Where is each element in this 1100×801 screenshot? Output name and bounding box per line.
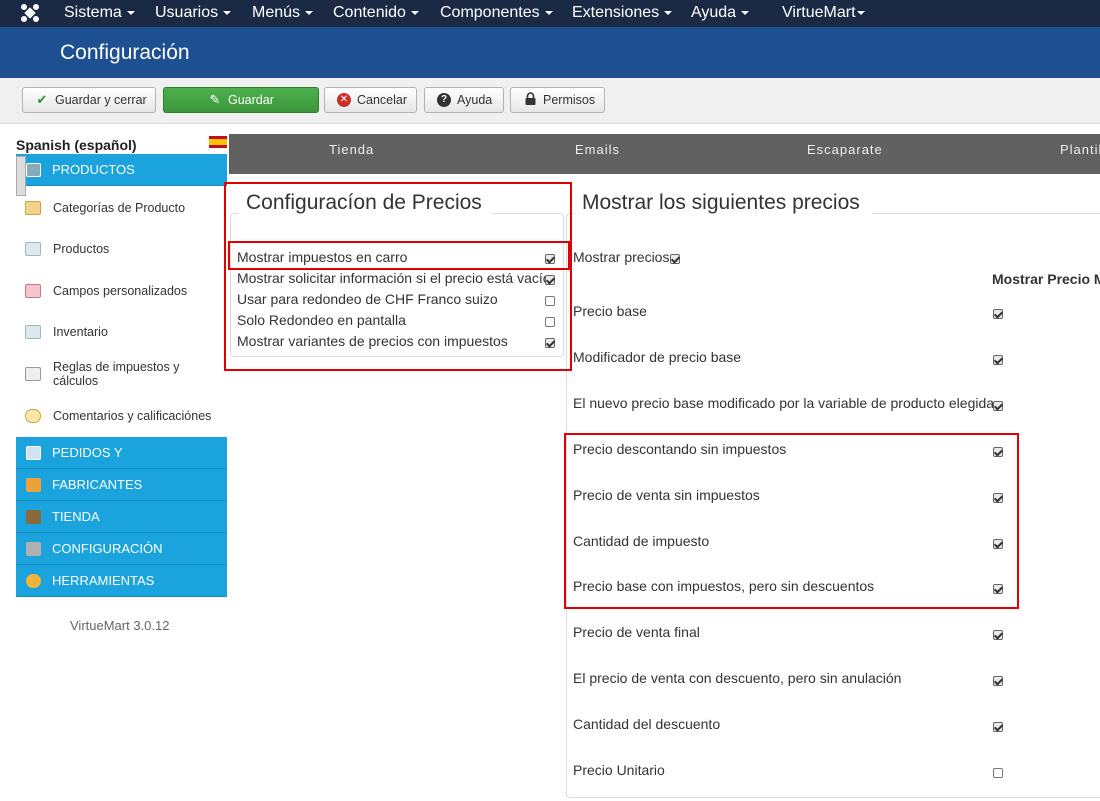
sidebar-item-productos[interactable]: Productos [16,242,227,256]
price-row-label: El nuevo precio base modificado por la v… [573,395,995,411]
tab-escaparate[interactable]: Escaparate [807,142,883,157]
show-prices-label: Mostrar precios [573,249,670,265]
caret-down-icon [544,10,553,15]
custom-fields-icon [25,284,41,298]
toolbar: ✔ Guardar y cerrar ✎ Guardar ✕ Cancelar … [0,78,1100,124]
caret-down-icon [856,10,865,15]
orders-icon [26,446,41,460]
sidebar-item-comentarios[interactable]: Comentarios y calificaciónes [16,409,227,423]
show-prices-checkbox[interactable] [670,254,680,264]
menu-usuarios[interactable]: Usuarios [155,4,232,22]
version-label: VirtueMart 3.0.12 [70,618,170,633]
tab-emails[interactable]: Emails [575,142,620,157]
sidebar-section-fabricantes[interactable]: FABRICANTES [16,469,227,501]
sidebar-section-tienda[interactable]: TIENDA [16,501,227,533]
page-title: Configuración [60,41,190,64]
price-row-label: Precio base [573,303,647,319]
language-label: Spanish (español) [16,137,137,153]
sidebar-section-configuracion[interactable]: CONFIGURACIÓN [16,533,227,565]
tools-icon [26,574,41,588]
sidebar-item-categorias[interactable]: Categorías de Producto [16,201,227,215]
cancel-button[interactable]: ✕ Cancelar [324,87,417,113]
top-navbar: Sistema Usuarios Menús Contenido Compone… [0,0,1100,27]
config-icon [26,542,41,556]
caret-down-icon [410,10,419,15]
menu-contenido[interactable]: Contenido [333,4,419,22]
menu-virtuemart[interactable]: VirtueMart [782,4,865,22]
sidebar-item-campos[interactable]: Campos personalizados [16,284,227,298]
price-row-label: Cantidad del descuento [573,716,721,732]
tab-bar: Tienda Emails Escaparate Plantil [229,134,1100,174]
price-row-checkbox[interactable] [993,630,1003,640]
wrench-icon [26,478,41,492]
price-row-checkbox[interactable] [993,401,1003,411]
folder-icon [25,201,41,215]
sidebar: Spanish (español) PRODUCTOS Categorías d… [16,134,228,801]
save-button[interactable]: ✎ Guardar [163,87,319,113]
menu-extensiones[interactable]: Extensiones [572,4,673,22]
sidebar-section-pedidos[interactable]: PEDIDOS Y [16,437,227,469]
price-row-checkbox[interactable] [993,355,1003,365]
highlight-box-tax-prices [564,433,1019,609]
permissions-button[interactable]: Permisos [510,87,605,113]
caret-down-icon [664,10,673,15]
caret-down-icon [126,10,135,15]
save-and-close-button[interactable]: ✔ Guardar y cerrar [22,87,156,113]
caret-down-icon [223,10,232,15]
shop-icon [26,510,41,524]
cancel-icon: ✕ [337,93,351,107]
column-header: Mostrar Precio M [992,271,1100,287]
products-icon [26,163,41,177]
joomla-logo-icon[interactable] [20,3,40,23]
sidebar-item-reglas[interactable]: Reglas de impuestos y cálculos [16,360,196,388]
price-row-checkbox[interactable] [993,676,1003,686]
title-bar: Configuración [0,27,1100,78]
calculator-icon [25,367,41,381]
comment-icon [25,409,41,423]
spain-flag-icon [209,136,227,148]
highlight-box-price-config [224,182,572,371]
sidebar-section-productos[interactable]: PRODUCTOS [16,154,227,186]
price-row-label: Precio Unitario [573,762,665,778]
menu-sistema[interactable]: Sistema [64,4,135,22]
tab-tienda[interactable]: Tienda [329,142,374,157]
price-row-label: El precio de venta con descuento, pero s… [573,670,902,686]
highlight-box-tax-in-cart [228,241,570,270]
price-row-label: Precio de venta final [573,624,700,640]
edit-icon: ✎ [209,92,221,107]
menu-ayuda[interactable]: Ayuda [691,4,750,22]
products-icon [25,242,41,256]
sidebar-section-herramientas[interactable]: HERRAMIENTAS [16,565,227,597]
inventory-icon [25,325,41,339]
lock-icon [523,92,537,108]
sidebar-collapse-handle[interactable] [16,156,26,196]
caret-down-icon [305,10,314,15]
menu-componentes[interactable]: Componentes [440,4,553,22]
help-button[interactable]: ? Ayuda [424,87,504,113]
check-icon: ✔ [36,92,48,107]
menu-menus[interactable]: Menús [252,4,314,22]
price-row-checkbox[interactable] [993,309,1003,319]
price-row-label: Modificador de precio base [573,349,742,365]
tab-plantillas[interactable]: Plantil [1060,142,1100,157]
price-row-checkbox[interactable] [993,768,1003,778]
caret-down-icon [741,10,750,15]
show-prices-legend: Mostrar los siguientes precios [574,191,872,215]
question-icon: ? [437,93,451,107]
sidebar-item-inventario[interactable]: Inventario [16,325,227,339]
price-row-checkbox[interactable] [993,722,1003,732]
